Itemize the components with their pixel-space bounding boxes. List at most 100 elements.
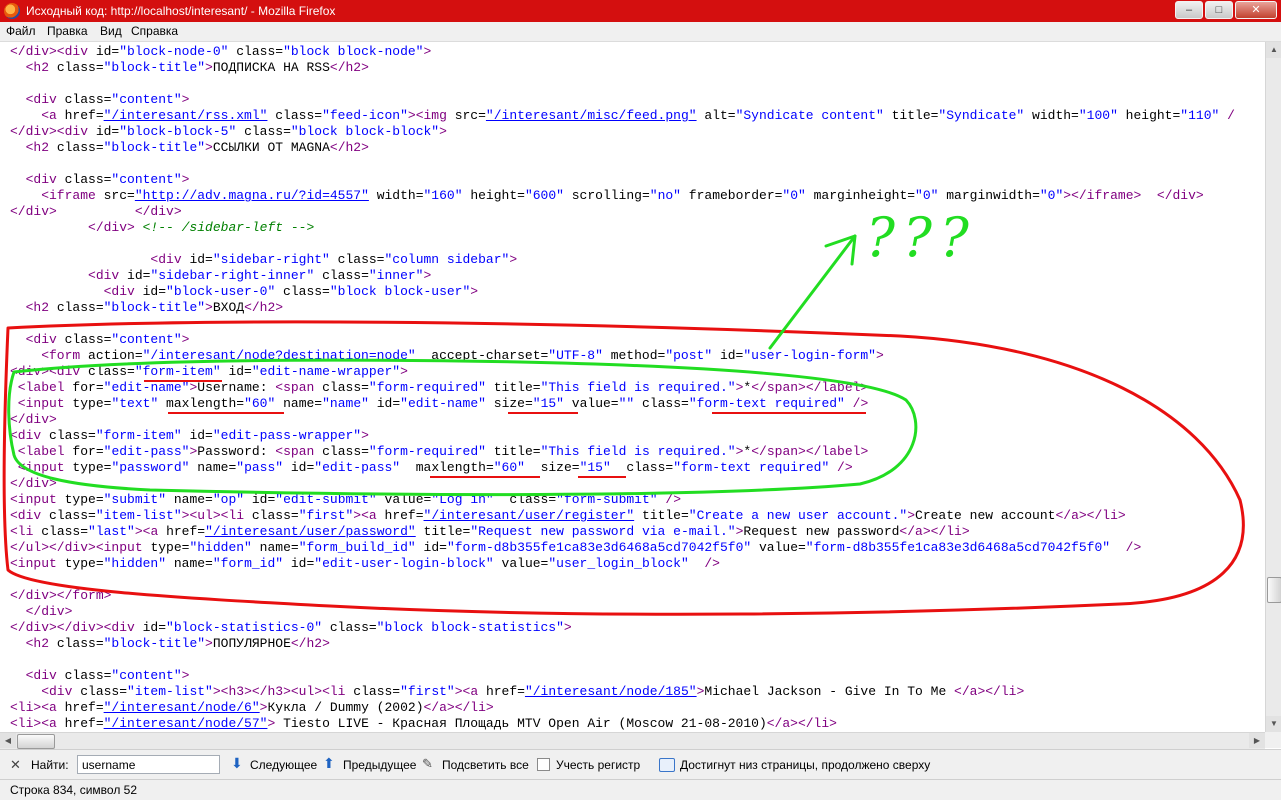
code-link[interactable]: "/interesant/rss.xml" [104, 108, 268, 123]
menu-edit[interactable]: Правка [47, 24, 88, 39]
find-next-button[interactable]: Следующее [250, 758, 317, 773]
find-close-icon[interactable]: ✕ [10, 757, 21, 772]
code-token: "content" [111, 172, 182, 187]
code-token: class= [353, 684, 401, 699]
find-status-message: Достигнут низ страницы, продолжено сверх… [680, 758, 931, 772]
menu-help[interactable]: Справка [131, 24, 178, 39]
code-link[interactable]: "/interesant/node/6" [104, 700, 260, 715]
code-token: class= [322, 380, 369, 395]
maximize-button[interactable]: □ [1205, 1, 1233, 19]
code-token: "form-d8b355fe1ca83e3d6468a5cd7042f5f0" [805, 540, 1111, 555]
code-token: "form-required" [368, 444, 486, 459]
code-line: </ul></div><input type="hidden" name="fo… [10, 540, 1235, 556]
match-case-checkbox[interactable] [537, 758, 550, 771]
code-link[interactable]: "/interesant/user/register" [424, 508, 635, 523]
code-token: "post" [665, 348, 713, 363]
menu-view[interactable]: Вид [100, 24, 122, 39]
code-token: title= [883, 108, 939, 123]
code-token: <form [10, 348, 89, 363]
code-token: id= [244, 492, 276, 507]
code-token: <label [10, 380, 73, 395]
find-previous-button[interactable]: Предыдущее [343, 758, 416, 773]
code-token: > [205, 300, 213, 315]
code-token: </a></li> [766, 716, 837, 731]
code-token: href= [64, 716, 104, 731]
code-token: </div></div><div [10, 620, 143, 635]
code-token: Tiesto LIVE - Красная Площадь MTV Open A… [275, 716, 767, 731]
scroll-corner [1265, 732, 1281, 748]
code-line: <form action="/interesant/node?destinati… [10, 348, 1235, 364]
horizontal-scrollbar[interactable]: ◀ ▶ [0, 732, 1265, 749]
code-token: <h2 [10, 300, 57, 315]
code-link[interactable]: "/interesant/user/password" [205, 524, 416, 539]
code-token: accept-charset= [415, 348, 549, 363]
code-token: <div [10, 268, 128, 283]
match-case-label[interactable]: Учесть регистр [556, 758, 640, 773]
code-token: class= [493, 492, 557, 507]
scroll-left-arrow-icon[interactable]: ◀ [0, 733, 16, 748]
code-token: ><img [407, 108, 455, 123]
code-line: <h2 class="block-title">ПОПУЛЯРНОЕ</h2> [10, 636, 1235, 652]
code-token: class= [41, 524, 89, 539]
highlight-all-button[interactable]: Подсветить все [442, 758, 529, 773]
minimize-button[interactable]: – [1175, 1, 1203, 19]
code-token: /> [829, 460, 853, 475]
code-token: /> [688, 556, 720, 571]
close-button[interactable]: ✕ [1235, 1, 1277, 19]
code-token: "hidden" [189, 540, 252, 555]
vertical-scroll-thumb[interactable] [1267, 577, 1281, 603]
code-token: size= [524, 460, 580, 475]
source-code: </div><div id="block-node-0" class="bloc… [10, 44, 1235, 732]
code-token: "pass" [236, 460, 284, 475]
horizontal-scroll-thumb[interactable] [17, 734, 55, 749]
vertical-scrollbar[interactable]: ▲ ▼ [1265, 42, 1281, 732]
scroll-right-arrow-icon[interactable]: ▶ [1249, 733, 1265, 748]
code-token: "/interesant/node?destination=node" [142, 348, 416, 363]
code-line: <input type="hidden" name="form_id" id="… [10, 556, 1235, 572]
scroll-down-arrow-icon[interactable]: ▼ [1266, 716, 1281, 732]
code-token: </span></label> [751, 380, 869, 395]
code-token: class= [322, 620, 377, 635]
code-token: height= [462, 188, 525, 203]
code-token: size= [485, 396, 533, 411]
code-token: <iframe [10, 188, 104, 203]
source-view[interactable]: </div><div id="block-node-0" class="bloc… [0, 42, 1265, 732]
code-token: > [181, 668, 190, 683]
code-line: </div> </div> [10, 204, 1235, 220]
scroll-up-arrow-icon[interactable]: ▲ [1266, 42, 1281, 58]
code-token: Create new account [915, 508, 1056, 523]
code-token: id= [142, 620, 167, 635]
code-token: value= [493, 556, 549, 571]
menu-file[interactable]: Файл [6, 24, 36, 39]
code-line: </div></form> [10, 588, 1235, 604]
code-token: class= [236, 124, 291, 139]
code-token: name= [166, 556, 213, 571]
code-token: <span [275, 380, 323, 395]
code-link[interactable]: "/interesant/node/57" [104, 716, 268, 731]
code-token: </a></li> [1055, 508, 1126, 523]
code-token: <input [10, 460, 73, 475]
code-token: <li><a [10, 700, 65, 715]
code-token: "UTF-8" [548, 348, 603, 363]
code-token: marginwidth= [938, 188, 1040, 203]
code-token: value= [564, 396, 619, 411]
code-token: id= [142, 284, 167, 299]
code-token: class= [634, 396, 689, 411]
code-line: <div><div class="form-item" id="edit-nam… [10, 364, 1235, 380]
code-token: "Request new password via e-mail." [470, 524, 736, 539]
code-token: </div><div [10, 124, 96, 139]
code-token: value= [376, 492, 432, 507]
code-token: name= [251, 540, 299, 555]
code-token: href= [384, 508, 424, 523]
code-link[interactable]: "/interesant/misc/feed.png" [486, 108, 697, 123]
code-token: > [181, 92, 190, 107]
code-token: <div [10, 508, 50, 523]
code-line: </div> [10, 604, 1235, 620]
arrow-up-icon: ⬆ [323, 755, 335, 771]
find-input[interactable] [77, 755, 220, 774]
status-bar: Строка 834, символ 52 [0, 779, 1281, 800]
code-link[interactable]: "http://adv.magna.ru/?id=4557" [135, 188, 369, 203]
code-link[interactable]: "/interesant/node/185" [525, 684, 697, 699]
